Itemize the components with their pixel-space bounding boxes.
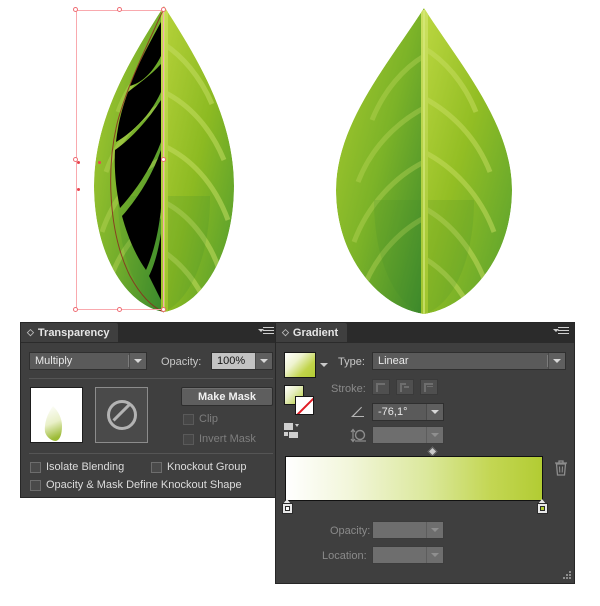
gradient-location-field[interactable] (372, 546, 444, 564)
chevron-down-icon[interactable] (255, 353, 272, 369)
stroke-label: Stroke: (331, 383, 366, 395)
gradient-preset-chevron-down-icon[interactable] (320, 363, 328, 367)
selection-handle-bl[interactable] (73, 307, 78, 312)
screenshot-root: ◇ Transparency Multiply Opacity: 100% Ma… (0, 0, 600, 606)
fill-stroke-indicator[interactable] (284, 385, 316, 417)
opacity-label: Opacity: (161, 356, 202, 368)
opacity-mask-knockout-label: Opacity & Mask Define Knockout Shape (46, 479, 242, 491)
transparency-panel-menu-icon[interactable] (258, 327, 274, 338)
checkbox-box[interactable] (30, 479, 41, 491)
isolate-blending-label: Isolate Blending (46, 461, 125, 473)
checkbox-box[interactable] (30, 461, 41, 473)
resize-grip-icon[interactable] (563, 571, 572, 580)
blend-mode-value: Multiply (35, 355, 73, 367)
knockout-group-checkbox[interactable]: Knockout Group (151, 461, 247, 473)
gradient-panel[interactable]: ◇ Gradient Type: Linear Stroke: -76,1° O… (275, 322, 575, 584)
clip-label: Clip (199, 413, 218, 425)
gradient-opacity-field[interactable] (372, 521, 444, 539)
artboard-canvas[interactable] (0, 0, 600, 320)
anchor-point-lower-left[interactable] (77, 188, 80, 191)
anchor-point-center[interactable] (98, 161, 101, 164)
gradient-preview-swatch[interactable] (284, 352, 316, 378)
make-mask-button[interactable]: Make Mask (181, 387, 273, 406)
opacity-mask-knockout-checkbox[interactable]: Opacity & Mask Define Knockout Shape (30, 479, 242, 491)
chevron-down-icon[interactable] (548, 353, 565, 369)
opacity-field[interactable]: 100% (211, 352, 273, 370)
gradient-location-label: Location: (322, 550, 367, 562)
right-leaf-artwork[interactable] (310, 0, 540, 320)
aspect-ratio-glyph (350, 428, 366, 443)
mask-thumbnail[interactable] (95, 387, 148, 443)
left-leaf-svg (94, 6, 234, 313)
selection-handle-bc[interactable] (117, 307, 122, 312)
type-label: Type: (338, 356, 365, 368)
invert-mask-checkbox[interactable]: Invert Mask (183, 433, 256, 445)
opacity-value[interactable]: 100% (212, 353, 255, 369)
gradient-panel-menu-icon[interactable] (553, 327, 569, 338)
diamond-grip-icon: ◇ (282, 327, 289, 337)
isolate-blending-checkbox[interactable]: Isolate Blending (30, 461, 124, 473)
none-slash-icon (296, 397, 313, 414)
left-leaf-artwork[interactable] (60, 0, 290, 320)
gradient-opacity-label: Opacity: (330, 525, 371, 537)
selection-handle-br[interactable] (161, 307, 166, 312)
stroke-gradient-within-button[interactable] (372, 379, 390, 395)
gradient-midpoint-diamond[interactable] (427, 446, 438, 457)
chevron-down-icon[interactable] (426, 404, 443, 420)
anchor-point-left[interactable] (77, 161, 80, 164)
chevron-down-icon[interactable] (129, 353, 146, 369)
checkbox-box[interactable] (183, 413, 194, 425)
object-thumbnail-art (31, 388, 82, 442)
reverse-gradient-icon[interactable] (284, 423, 304, 439)
gradient-aspect-ratio-field[interactable] (372, 426, 444, 444)
gradient-angle-field[interactable]: -76,1° (372, 403, 444, 421)
chevron-down-icon[interactable] (426, 547, 443, 563)
delete-stop-trash-icon[interactable] (553, 459, 569, 480)
reverse-gradient-glyph (284, 423, 299, 438)
tab-transparency[interactable]: ◇ Transparency (21, 323, 119, 342)
stroke-swatch-none[interactable] (295, 396, 314, 415)
checkbox-box[interactable] (183, 433, 194, 445)
selection-handle-mr[interactable] (161, 157, 166, 162)
stroke-gradient-along-button[interactable] (396, 379, 414, 395)
divider-bottom (29, 453, 273, 454)
blend-mode-dropdown[interactable]: Multiply (29, 352, 147, 370)
selection-handle-tr[interactable] (161, 7, 166, 12)
gradient-angle-value[interactable]: -76,1° (373, 406, 426, 418)
trash-glyph (555, 460, 567, 476)
gradient-type-dropdown[interactable]: Linear (372, 352, 566, 370)
transparency-panel-tabbar[interactable]: ◇ Transparency (21, 323, 279, 343)
object-thumbnail[interactable] (30, 387, 83, 443)
diamond-grip-icon: ◇ (27, 327, 34, 337)
tab-gradient[interactable]: ◇ Gradient (276, 323, 348, 342)
knockout-group-label: Knockout Group (167, 461, 247, 473)
angle-icon (350, 405, 366, 422)
transparency-panel[interactable]: ◇ Transparency Multiply Opacity: 100% Ma… (20, 322, 280, 498)
stroke-gradient-across-button[interactable] (420, 379, 438, 395)
aspect-ratio-icon (350, 428, 368, 447)
transparency-tab-label: Transparency (37, 326, 110, 339)
gradient-ramp[interactable] (285, 456, 543, 501)
make-mask-label: Make Mask (197, 390, 257, 403)
gradient-type-value: Linear (378, 355, 409, 367)
clip-checkbox[interactable]: Clip (183, 413, 218, 425)
invert-mask-label: Invert Mask (199, 433, 256, 445)
chevron-down-icon[interactable] (426, 427, 443, 443)
right-leaf-svg (336, 8, 512, 314)
chevron-down-icon[interactable] (426, 522, 443, 538)
selection-handle-tc[interactable] (117, 7, 122, 12)
selection-handle-tl[interactable] (73, 7, 78, 12)
divider-top (29, 378, 273, 379)
gradient-stop-start[interactable] (282, 499, 293, 514)
gradient-tab-label: Gradient (292, 326, 339, 339)
angle-glyph (351, 406, 364, 417)
checkbox-box[interactable] (151, 461, 162, 473)
no-mask-icon (106, 400, 137, 430)
gradient-panel-tabbar[interactable]: ◇ Gradient (276, 323, 574, 343)
gradient-stop-end[interactable] (537, 499, 548, 514)
